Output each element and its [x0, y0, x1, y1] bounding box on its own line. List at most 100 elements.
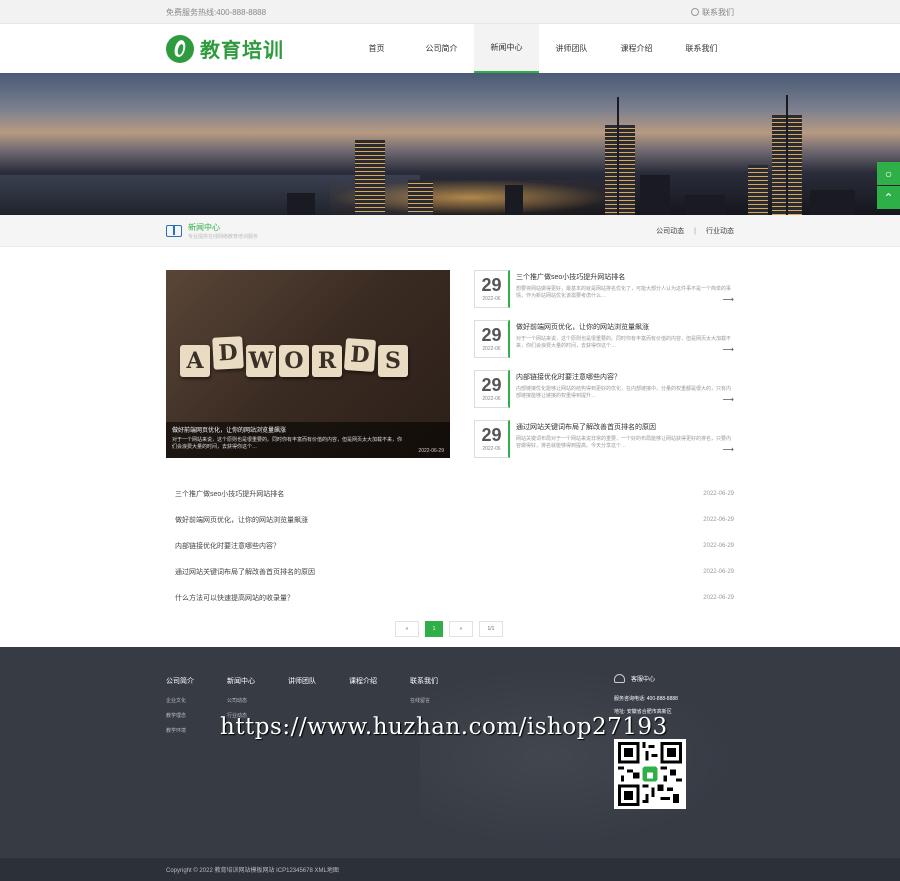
news-desc: 内部链接优化能够让网站的结构得到更好的优化，在内部链接中，分量的权重都是很大的，…: [516, 386, 732, 399]
list-item[interactable]: 三个推广做seo小技巧提升网站排名 2022-06-29: [166, 481, 734, 507]
date-badge: 29 2022-06: [474, 320, 510, 358]
news-desc: 想要将网站做得更好，最基本的就是网站排名优化了，可能大部分人认为这件事不是一个简…: [516, 286, 732, 299]
arrow-right-icon[interactable]: ⟶: [723, 395, 734, 404]
list-item[interactable]: 内部链接优化时要注意哪些内容？ 2022-06-29: [166, 533, 734, 559]
main-nav: 首页 公司简介 新闻中心 讲师团队 课程介绍 联系我们: [344, 24, 734, 73]
footer-link[interactable]: 教学理念: [166, 712, 227, 719]
arrow-right-icon[interactable]: ⟶: [723, 445, 734, 454]
news-item[interactable]: 29 2022-06 通过网站关键词布局了解改善首页排名的原因 网站关键词布局对…: [474, 420, 734, 470]
banner-building: [605, 125, 635, 215]
site-logo[interactable]: 教育培训: [166, 34, 284, 63]
footer-link[interactable]: 公司动态: [227, 697, 288, 704]
nav-item-contact[interactable]: 联系我们: [669, 24, 734, 73]
date-ym: 2022-06: [482, 296, 501, 302]
page-count: 1/1: [479, 621, 503, 637]
banner-building: [748, 165, 768, 215]
list-item-date: 2022-06-29: [703, 491, 734, 497]
book-icon: [166, 225, 182, 237]
footer-contact: 客服中心 服务咨询电话: 400-888-8888 地址: 安徽省合肥市高新区: [614, 674, 764, 715]
nav-item-home[interactable]: 首页: [344, 24, 409, 73]
user-icon: [691, 8, 699, 16]
footer-col-head[interactable]: 新闻中心: [227, 676, 288, 686]
footer-col-head[interactable]: 联系我们: [410, 676, 471, 686]
footer-col-head[interactable]: 讲师团队: [288, 676, 349, 686]
watermark-text: https://www.huzhan.com/ishop27193: [220, 714, 668, 740]
arrow-right-icon[interactable]: ⟶: [723, 295, 734, 304]
footer-col-head[interactable]: 课程介绍: [349, 676, 410, 686]
arrow-right-icon[interactable]: ⟶: [723, 345, 734, 354]
banner-building: [355, 140, 385, 215]
list-item-title[interactable]: 内部链接优化时要注意哪些内容？: [175, 541, 280, 551]
list-item-date: 2022-06-29: [703, 569, 734, 575]
letter-tile: A: [180, 345, 210, 377]
news-item[interactable]: 29 2022-06 做好前端网页优化，让你的网站浏览量飙涨 对于一个网站来说，…: [474, 320, 734, 370]
logo-text: 教育培训: [200, 38, 284, 62]
banner-building: [810, 190, 855, 215]
page-1-button[interactable]: 1: [425, 621, 443, 637]
flame-logo-icon: [166, 34, 194, 63]
date-day: 29: [481, 325, 502, 345]
list-item-title[interactable]: 什么方法可以快速提高网站的收录量？: [175, 593, 294, 603]
back-to-top-button[interactable]: ⌃: [877, 186, 900, 209]
news-title[interactable]: 三个推广做seo小技巧提升网站排名: [516, 272, 734, 282]
tab-company-news[interactable]: 公司动态: [656, 226, 684, 236]
list-item-title[interactable]: 通过网站关键词布局了解改善首页排名的原因: [175, 567, 315, 577]
contact-link[interactable]: 联系我们: [691, 7, 734, 18]
footer-col-head[interactable]: 公司简介: [166, 676, 227, 686]
nav-item-teachers[interactable]: 讲师团队: [539, 24, 604, 73]
news-desc: 对于一个网站来说，这个原则也是很重要的。同时你有丰富而有价值的内容，但是网页太大…: [516, 336, 732, 349]
footer-link[interactable]: 企业文化: [166, 697, 227, 704]
letter-tile: D: [212, 336, 244, 370]
next-page-button[interactable]: »: [449, 621, 473, 637]
news-title[interactable]: 通过网站关键词布局了解改善首页排名的原因: [516, 422, 734, 432]
article-list: 三个推广做seo小技巧提升网站排名 2022-06-29 做好前端网页优化，让你…: [166, 481, 734, 611]
footer-link[interactable]: 在线留言: [410, 697, 471, 704]
qr-code-icon: [618, 742, 682, 806]
tab-separator: |: [694, 227, 696, 235]
letter-tile: S: [378, 345, 408, 377]
site-footer: 公司简介 企业文化 教学理念 教学环境 新闻中心 公司动态 行业动态 讲师团队 …: [0, 647, 900, 858]
list-item[interactable]: 做好前端网页优化，让你的网站浏览量飙涨 2022-06-29: [166, 507, 734, 533]
copyright-text: Copyright © 2022 教育培训网站模板网站 ICP12345678 …: [166, 868, 339, 874]
contact-tel: 服务咨询电话: 400-888-8888: [614, 696, 678, 702]
featured-date: 2022-06-29: [418, 448, 444, 454]
banner-building: [408, 180, 433, 215]
section-bar: 新闻中心 专业提供在线网络教育培训服务 公司动态 | 行业动态: [0, 215, 900, 247]
news-desc: 网站关键词布局对于一个网站来说非常的重要，一个好的布局能够让网站获得更好的排名，…: [516, 436, 732, 449]
date-ym: 2022-06: [482, 446, 501, 452]
hotline-text: 免费服务热线:400-888-8888: [166, 7, 267, 17]
contact-head: 客服中心: [631, 677, 656, 683]
chat-button[interactable]: ○: [877, 162, 900, 185]
list-item[interactable]: 通过网站关键词布局了解改善首页排名的原因 2022-06-29: [166, 559, 734, 585]
footer-link[interactable]: 教学环境: [166, 727, 227, 734]
tab-industry-news[interactable]: 行业动态: [706, 226, 734, 236]
list-item-title[interactable]: 做好前端网页优化，让你的网站浏览量飙涨: [175, 515, 308, 525]
site-header: 教育培训 首页 公司简介 新闻中心 讲师团队 课程介绍 联系我们: [0, 24, 900, 73]
news-title[interactable]: 做好前端网页优化，让你的网站浏览量飙涨: [516, 322, 734, 332]
news-title[interactable]: 内部链接优化时要注意哪些内容？: [516, 372, 734, 382]
banner-building: [505, 185, 523, 215]
banner-building: [685, 195, 725, 215]
nav-item-courses[interactable]: 课程介绍: [604, 24, 669, 73]
letter-tile: O: [279, 345, 309, 377]
date-badge: 29 2022-06: [474, 370, 510, 408]
chevron-up-icon: ⌃: [883, 190, 894, 205]
featured-title: 做好前端网页优化，让你的网站浏览量飙涨: [172, 428, 287, 434]
date-badge: 29 2022-06: [474, 420, 510, 458]
prev-page-button[interactable]: «: [395, 621, 419, 637]
date-ym: 2022-06: [482, 346, 501, 352]
chat-icon: ○: [884, 166, 893, 181]
list-item-title[interactable]: 三个推广做seo小技巧提升网站排名: [175, 489, 284, 499]
banner-antenna: [786, 95, 788, 215]
adwords-tiles: A D W O R D S: [180, 336, 408, 377]
list-item-date: 2022-06-29: [703, 517, 734, 523]
list-item-date: 2022-06-29: [703, 595, 734, 601]
top-bar: 免费服务热线:400-888-8888 联系我们: [0, 0, 900, 24]
featured-news-card[interactable]: A D W O R D S 做好前端网页优化，让你的网站浏览量飙涨 对于一个网站…: [166, 270, 450, 458]
nav-item-about[interactable]: 公司简介: [409, 24, 474, 73]
news-item[interactable]: 29 2022-06 内部链接优化时要注意哪些内容？ 内部链接优化能够让网站的结…: [474, 370, 734, 420]
nav-item-news[interactable]: 新闻中心: [474, 24, 539, 73]
news-item[interactable]: 29 2022-06 三个推广做seo小技巧提升网站排名 想要将网站做得更好，最…: [474, 270, 734, 320]
featured-desc: 对于一个网站来说，这个原则也是很重要的。同时你有丰富而有价值的内容，但是网页太大…: [172, 437, 403, 450]
list-item[interactable]: 什么方法可以快速提高网站的收录量？ 2022-06-29: [166, 585, 734, 611]
